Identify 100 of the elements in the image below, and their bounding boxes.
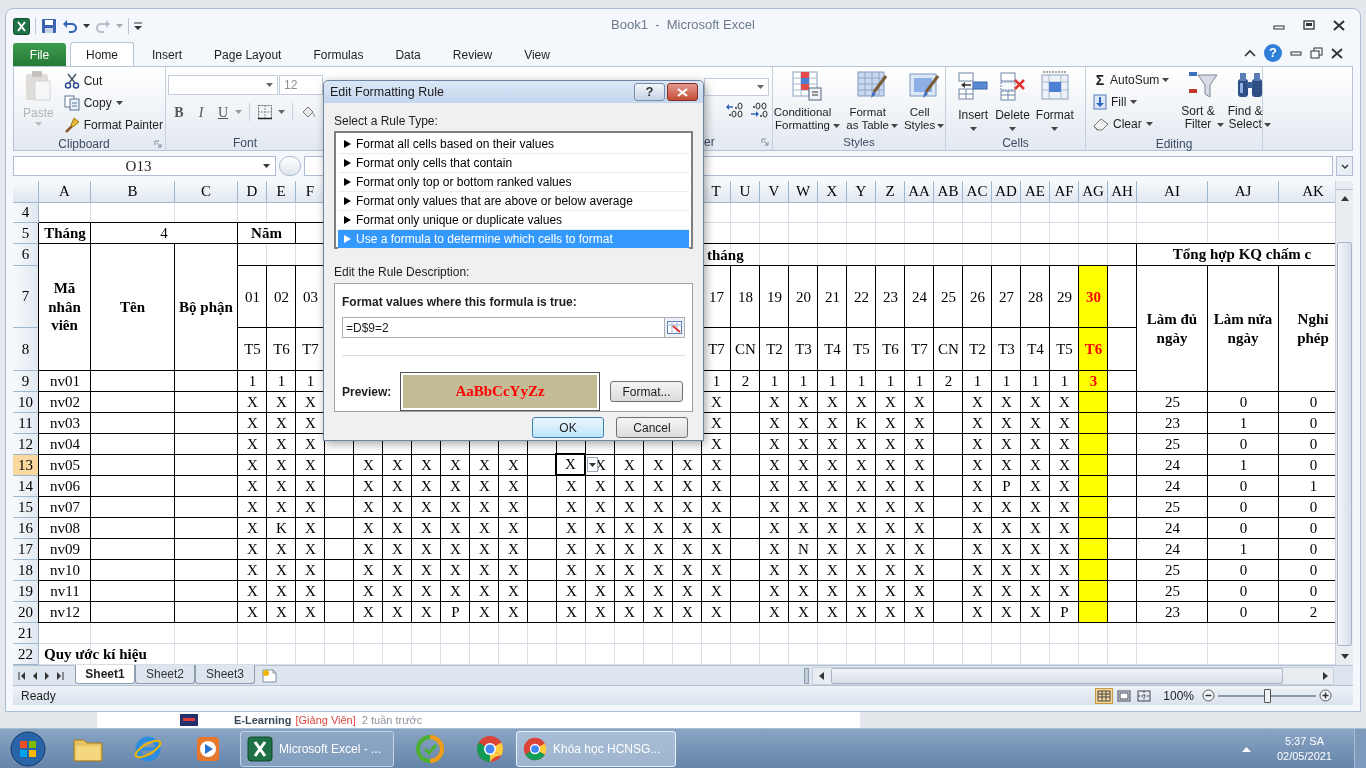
clear-button[interactable]: Clear (1091, 113, 1172, 135)
minimize-icon[interactable] (1290, 49, 1302, 57)
find-select-button[interactable]: Find & Select (1227, 69, 1272, 135)
undo-icon[interactable] (62, 18, 78, 34)
column-header[interactable]: AF (1050, 181, 1079, 203)
customize-icon[interactable] (134, 21, 142, 31)
page-layout-view-button[interactable] (1115, 687, 1134, 704)
tray-expand-icon[interactable] (1241, 745, 1251, 752)
row-header[interactable]: 10 (13, 392, 39, 413)
number-format-field[interactable] (704, 78, 769, 96)
format-button[interactable]: Format... (610, 381, 683, 402)
row-header[interactable]: 11 (13, 413, 39, 434)
column-header[interactable]: X (818, 181, 847, 203)
caret-icon[interactable] (266, 83, 273, 87)
horizontal-scrollbar[interactable] (812, 666, 1334, 685)
expand-formula-button[interactable] (1336, 156, 1353, 176)
normal-view-button[interactable] (1095, 687, 1114, 704)
close-icon[interactable] (1331, 47, 1343, 59)
clipboard-copy-button[interactable]: Copy (61, 92, 165, 114)
cell-styles-button[interactable]: Cell Styles (901, 70, 947, 134)
row-header[interactable]: 6 (13, 244, 39, 266)
column-header[interactable]: AE (1021, 181, 1050, 203)
scroll-left-icon[interactable] (818, 671, 824, 680)
next-sheet-icon[interactable] (44, 671, 50, 680)
formula-handle-button[interactable] (279, 156, 301, 176)
column-header[interactable]: A (39, 181, 91, 203)
bold-button[interactable]: B (168, 102, 190, 122)
save-icon[interactable] (41, 18, 57, 34)
column-header[interactable]: D (238, 181, 267, 203)
column-header[interactable]: U (731, 181, 760, 203)
decrease-decimal-icon[interactable] (750, 102, 768, 118)
ribbon-tab[interactable]: Formulas (299, 43, 378, 66)
column-header[interactable]: AB (934, 181, 963, 203)
italic-button[interactable]: I (190, 102, 212, 122)
column-header[interactable]: Y (847, 181, 876, 203)
zoom-in-icon[interactable] (1319, 689, 1332, 702)
ribbon-tab[interactable]: Page Layout (200, 43, 296, 66)
row-header[interactable]: 9 (13, 371, 39, 392)
ribbon-tab[interactable]: Data (381, 43, 435, 66)
zoom-slider[interactable] (1218, 688, 1316, 703)
row-header[interactable]: 18 (13, 560, 39, 581)
column-header[interactable]: AA (905, 181, 934, 203)
launcher-icon[interactable] (761, 138, 769, 146)
row-header[interactable]: 14 (13, 476, 39, 497)
row-header[interactable]: 17 (13, 539, 39, 560)
caret-icon[interactable] (83, 24, 90, 28)
vertical-scrollbar[interactable] (1335, 181, 1353, 665)
rule-type-option[interactable]: Format all cells based on their values (338, 135, 689, 154)
ribbon-tab[interactable]: View (510, 43, 564, 66)
row-header[interactable]: 8 (13, 328, 39, 371)
column-header[interactable]: AK (1279, 181, 1336, 203)
fill-button[interactable]: Fill (1091, 91, 1172, 113)
insert-button[interactable]: Insert (957, 70, 990, 134)
ok-button[interactable]: OK (532, 417, 604, 438)
format-as-table-button[interactable]: Format as Table (844, 70, 900, 134)
zoom-thumb[interactable] (1264, 688, 1271, 703)
first-sheet-icon[interactable] (18, 671, 26, 680)
page-break-view-button[interactable] (1135, 687, 1154, 704)
row-header[interactable]: 22 (13, 644, 39, 665)
scroll-right-icon[interactable] (1322, 671, 1328, 680)
rule-type-option[interactable]: Format only values that are above or below average (338, 192, 689, 211)
font-name-field[interactable] (168, 75, 278, 95)
scroll-down-icon[interactable] (1340, 654, 1349, 659)
scroll-up-icon[interactable] (1340, 196, 1349, 201)
rule-type-list[interactable] (334, 131, 693, 249)
last-sheet-icon[interactable] (56, 671, 64, 680)
scroll-thumb[interactable] (831, 667, 1283, 684)
ribbon-tab[interactable]: Home (70, 42, 134, 67)
caret-icon[interactable] (263, 164, 270, 168)
row-header[interactable]: 16 (13, 518, 39, 539)
increase-decimal-icon[interactable] (726, 102, 744, 118)
autosum-button[interactable]: Σ AutoSum (1091, 69, 1172, 91)
underline-button[interactable]: U (212, 102, 234, 122)
zoom-level[interactable]: 100% (1163, 686, 1194, 705)
row-header[interactable]: 15 (13, 497, 39, 518)
column-header[interactable]: E (267, 181, 296, 203)
conditional-formatting-button[interactable]: Conditional Formatting (771, 70, 843, 134)
row-header[interactable]: 7 (13, 266, 39, 328)
launcher-icon[interactable] (154, 140, 162, 148)
column-header[interactable]: W (789, 181, 818, 203)
row-header[interactable]: 4 (13, 203, 39, 223)
help-button[interactable]: ? (634, 83, 665, 101)
column-header[interactable]: AJ (1208, 181, 1279, 203)
dropdown-button[interactable] (587, 457, 598, 472)
close-button[interactable] (667, 83, 698, 101)
row-header[interactable]: 13 (13, 455, 39, 476)
row-header[interactable]: 5 (13, 223, 39, 244)
start-button[interactable] (8, 729, 48, 768)
row-header[interactable]: 12 (13, 434, 39, 455)
column-header[interactable]: T (702, 181, 731, 203)
ribbon-tab[interactable]: Review (438, 43, 507, 66)
clipboard-cut-button[interactable]: Cut (61, 70, 165, 92)
fill-color-icon[interactable] (300, 104, 316, 120)
excel-logo-icon[interactable] (13, 17, 30, 35)
column-header[interactable]: C (175, 181, 238, 203)
column-header[interactable]: B (91, 181, 175, 203)
cancel-button[interactable]: Cancel (616, 417, 688, 438)
column-header[interactable]: AI (1137, 181, 1208, 203)
column-header[interactable]: AG (1079, 181, 1108, 203)
column-header[interactable]: Z (876, 181, 905, 203)
